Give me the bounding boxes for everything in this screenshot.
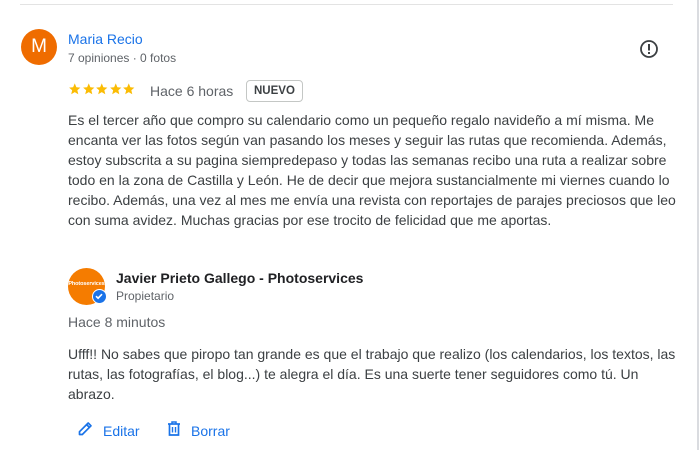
- top-divider: [20, 4, 673, 5]
- pencil-icon: [77, 420, 94, 442]
- owner-role: Propietario: [116, 289, 175, 303]
- edit-button[interactable]: Editar: [77, 420, 140, 442]
- trash-icon: [166, 420, 182, 442]
- star-rating: [68, 82, 136, 98]
- owner-name: Javier Prieto Gallego - Photoservices: [116, 270, 364, 286]
- star-icon: [69, 83, 81, 95]
- owner-logo: Photoservices: [68, 281, 105, 287]
- reply-time: Hace 8 minutos: [68, 314, 166, 330]
- reviewer-avatar[interactable]: M: [21, 29, 57, 65]
- star-icon: [123, 83, 135, 95]
- report-icon[interactable]: [639, 39, 659, 59]
- star-icon: [96, 83, 108, 95]
- new-badge: NUEVO: [246, 80, 303, 102]
- reviewer-name[interactable]: Maria Recio: [68, 31, 143, 47]
- reviewer-stats: 7 opiniones · 0 fotos: [68, 51, 177, 65]
- delete-button[interactable]: Borrar: [166, 420, 230, 442]
- reply-text: Ufff!! No sabes que piropo tan grande es…: [68, 346, 676, 402]
- star-icon: [109, 83, 121, 95]
- verified-check-icon: [92, 289, 107, 304]
- review-text: Es el tercer año que compro su calendari…: [68, 112, 676, 228]
- edit-label: Editar: [103, 423, 140, 439]
- review-time: Hace 6 horas: [150, 83, 234, 99]
- star-icon: [82, 83, 94, 95]
- delete-label: Borrar: [191, 423, 230, 439]
